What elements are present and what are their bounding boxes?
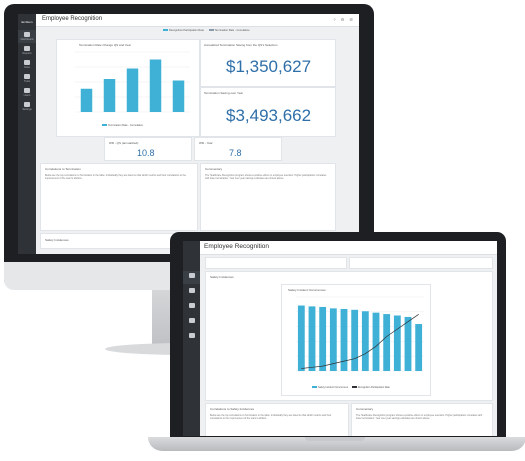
correlations-card: Correlations to Termination Below are th… [40,163,198,231]
sidebar-item-users[interactable] [183,331,200,344]
bar [329,308,337,371]
kpi-value: $1,350,627 [226,57,312,76]
sidebar: Emblem Dashboard Reports Data Tools User… [18,14,36,254]
laptop-commentary-card: Commentary The Healthcare Recognition pr… [351,403,493,436]
app-header: Employee Recognition ? ⚙ ☰ [36,14,359,27]
savings-over-year-card: Termination Saving over Year $3,493,662 [200,87,336,137]
laptop-notch [305,437,365,441]
chart-title: Safety Incident Occurrences [288,288,326,292]
section-title: Safety Incidences [210,275,234,279]
safety-section-card: Safety Incidences Safety Incident Occurr… [205,271,493,401]
wr-year-card: WR - Year 7.8 [194,137,282,161]
bar [172,80,185,112]
chart-legend: Safety Incident Occurrences Recognition … [312,386,390,389]
legend-item-participation: Recognition Participation Rate [351,386,390,389]
app-logo: Emblem [21,20,33,24]
sidebar-item-tools[interactable] [183,316,200,329]
header-icons[interactable]: ? ⚙ ☰ [333,17,355,22]
page-title: Employee Recognition [204,243,270,250]
commentary-card: Commentary The Healthcare Recognition pr… [200,163,336,231]
chart-legend: Termination Rate - Cumulative [102,124,143,127]
sidebar-item-dashboard[interactable] [183,271,200,284]
card-body: The Healthcare Recognition program shows… [356,414,483,421]
sidebar-item-users[interactable]: Users [18,86,36,99]
bar [393,315,401,371]
sidebar-item-settings[interactable]: Settings [18,100,36,113]
wr-annualized-card: WR - QS (annualized) 10.8 [104,137,192,161]
settings-icon [24,102,30,107]
card-body: Below are the top correlations to Termin… [45,174,186,181]
laptop-correlations-card: Correlations to Safety Incidences Below … [205,403,349,436]
monitor-screen: Emblem Dashboard Reports Data Tools User… [18,14,359,254]
legend-item-termination: Termination Rate - Cumulative [208,29,250,32]
reports-icon [189,288,195,293]
bar [361,311,369,371]
bar [149,59,162,112]
kpi-value: 10.8 [137,148,155,158]
card-body: Below are the top correlations to Termin… [210,414,332,421]
reports-icon [24,46,30,51]
tools-icon [24,74,30,79]
termination-chart-card: Termination Rate Change QS and Year Term… [56,39,200,137]
card-title: Annualized Termination Saving from the Q… [204,43,278,47]
page-title: Employee Recognition [42,16,103,22]
bar [404,316,412,371]
bar [126,68,139,112]
bar [415,324,423,371]
data-icon [189,303,195,308]
bar [80,88,93,112]
termination-bar-chart [75,51,190,113]
card-title: WR - Year [199,141,213,145]
card-title: Termination Rate Change QS and Year [79,43,131,47]
bar [383,314,391,371]
sidebar-item-reports[interactable] [183,286,200,299]
users-icon [189,333,195,338]
card-title: Commentary [356,407,374,411]
bar [297,305,305,371]
safety-chart-card: Safety Incident Occurrences Safety Incid… [281,284,431,396]
bar [372,312,380,371]
legend-item-incidents: Safety Incident Occurrences [312,386,348,389]
users-icon [24,88,30,93]
bar [308,306,316,371]
kpi-value: 7.8 [229,148,242,158]
kpi-value: $3,493,662 [226,106,312,125]
filter-card-right [349,257,493,269]
sidebar-item-tools[interactable]: Tools [18,72,36,85]
dashboard-icon [24,32,30,37]
laptop-header: Employee Recognition [200,241,497,255]
annualized-savings-card: Annualized Termination Saving from the Q… [200,39,336,87]
card-title: WR - QS (annualized) [109,141,139,145]
card-title: Correlations to Safety Incidences [210,407,255,411]
data-icon [24,60,30,65]
laptop-sidebar [183,241,200,436]
top-legend: Recognition Participation Rate Terminati… [163,29,250,32]
laptop-screen: Employee Recognition Safety Incidences S… [183,241,497,436]
card-body: The Healthcare Recognition program shows… [205,174,327,181]
card-title: Termination Saving over Year [204,91,244,95]
bar [103,79,116,112]
bar [319,306,327,371]
tools-icon [189,318,195,323]
sidebar-item-data[interactable] [183,301,200,314]
card-title: Correlations to Termination [45,167,81,171]
dashboard-icon [189,273,195,278]
sidebar-item-dashboard[interactable]: Dashboard [18,30,36,43]
bar [351,309,359,371]
sidebar-item-data[interactable]: Data [18,58,36,71]
card-title: Safety Incidences [45,238,69,242]
sidebar-item-reports[interactable]: Reports [18,44,36,57]
legend-item-participation: Recognition Participation Rate [163,29,204,32]
card-title: Commentary [205,167,223,171]
filter-card-left [205,257,347,269]
safety-combo-chart [296,296,424,372]
